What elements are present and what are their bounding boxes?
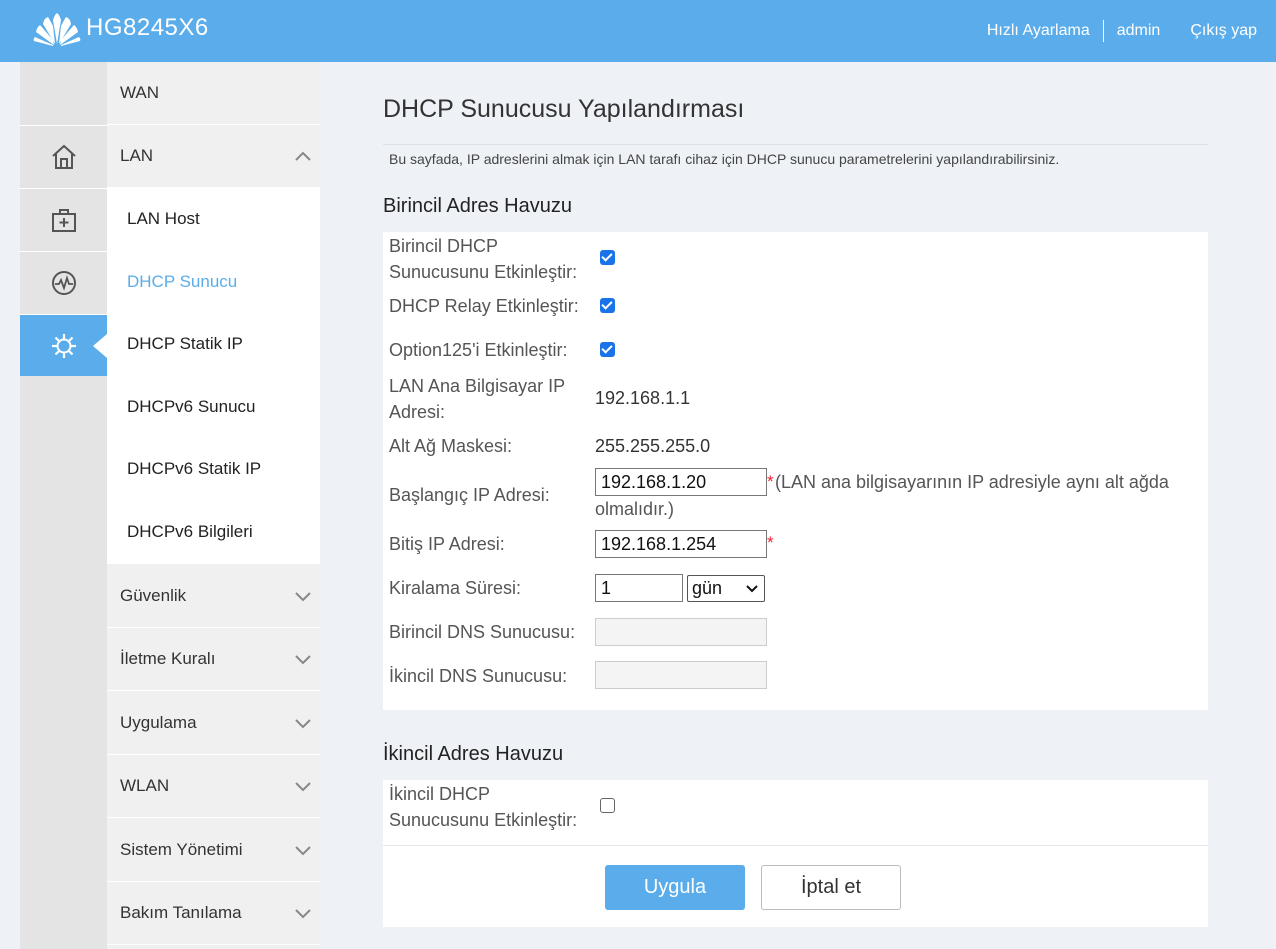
submenu-lan-host[interactable]: LAN Host: [107, 188, 320, 250]
quick-setup-link[interactable]: Hızlı Ayarlama: [987, 22, 1090, 40]
icon-sidebar: [20, 62, 107, 949]
secondary-dhcp-enable-label: İkincil DHCP Sunucusunu Etkinleştir:: [389, 784, 578, 830]
nav-home[interactable]: [20, 125, 107, 187]
chevron-down-icon: [295, 909, 311, 919]
menu-forwarding-label: İletme Kuralı: [120, 649, 216, 668]
menu-forwarding-rules[interactable]: İletme Kuralı: [107, 628, 320, 691]
lan-host-ip-value: 192.168.1.1: [595, 388, 691, 408]
menu-maintenance[interactable]: Bakım Tanılama: [107, 882, 320, 945]
menu-wlan-label: WLAN: [120, 776, 170, 795]
menu-system-management[interactable]: Sistem Yönetimi: [107, 818, 320, 882]
start-ip-input[interactable]: [595, 468, 767, 496]
menu-lan-label: LAN: [120, 146, 154, 165]
nav-settings[interactable]: [20, 314, 107, 376]
primary-dhcp-enable-label: Birincil DHCP Sunucusunu Etkinleştir:: [389, 236, 578, 282]
lease-unit-select[interactable]: gün: [687, 575, 765, 602]
menu-wlan[interactable]: WLAN: [107, 755, 320, 818]
lease-time-label: Kiralama Süresi:: [389, 578, 522, 598]
subnet-mask-value: 255.255.255.0: [595, 436, 711, 456]
chevron-up-icon: [295, 151, 311, 161]
end-ip-required-mark: *: [767, 533, 774, 552]
menu-wan-label: WAN: [120, 83, 160, 102]
menu-security[interactable]: Güvenlik: [107, 564, 320, 628]
header-divider: [1102, 20, 1104, 42]
menu-security-label: Güvenlik: [120, 585, 187, 605]
user-link[interactable]: admin: [1117, 22, 1161, 40]
secondary-pool-heading: İkincil Adres Havuzu: [383, 743, 564, 765]
submenu-dhcpv6-info[interactable]: DHCPv6 Bilgileri: [107, 501, 320, 563]
menu-maintenance-label: Bakım Tanılama: [120, 903, 242, 922]
toolbox-icon: [51, 208, 76, 232]
primary-dhcp-enable-checkbox[interactable]: [600, 250, 615, 265]
end-ip-label: Bitiş IP Adresi:: [389, 534, 505, 554]
page-title: DHCP Sunucusu Yapılandırması: [383, 95, 745, 123]
chevron-down-icon: [295, 591, 311, 601]
dhcp-relay-checkbox[interactable]: [600, 298, 615, 313]
settings-menu: WAN LAN LAN Host DHCP Sunucu DHCP Statik…: [107, 62, 320, 949]
chevron-down-icon: [295, 655, 311, 665]
lease-unit-value: gün: [692, 578, 723, 598]
monitor-icon: [51, 270, 76, 295]
primary-dns-input[interactable]: [595, 618, 767, 646]
submenu-dhcpv6-server[interactable]: DHCPv6 Sunucu: [107, 376, 320, 438]
primary-pool-heading: Birincil Adres Havuzu: [383, 195, 572, 217]
header-links: Hızlı Ayarlama admin Çıkış yap: [987, 20, 1257, 42]
secondary-dhcp-enable-checkbox[interactable]: [600, 798, 615, 813]
option125-label: Option125'i Etkinleştir:: [389, 340, 568, 360]
menu-system-label: Sistem Yönetimi: [120, 839, 243, 859]
submenu-dhcp-server[interactable]: DHCP Sunucu: [107, 251, 320, 313]
title-divider: [383, 144, 1208, 145]
nav-monitor[interactable]: [20, 251, 107, 313]
lan-submenu: LAN Host DHCP Sunucu DHCP Statik IP DHCP…: [107, 188, 320, 564]
chevron-down-icon: [295, 845, 311, 855]
secondary-dns-label: İkincil DNS Sunucusu:: [389, 666, 568, 686]
device-model: HG8245X6: [86, 14, 209, 41]
end-ip-input[interactable]: [595, 530, 767, 558]
menu-application[interactable]: Uygulama: [107, 691, 320, 755]
huawei-logo-icon: [33, 13, 81, 46]
settings-icon: [51, 333, 76, 358]
option125-checkbox[interactable]: [600, 342, 615, 357]
nav-toolbox[interactable]: [20, 188, 107, 250]
home-icon: [51, 144, 76, 169]
start-ip-label: Başlangıç IP Adresi:: [389, 485, 550, 505]
lan-host-ip-label: LAN Ana Bilgisayar IP Adresi:: [389, 376, 566, 422]
secondary-dns-input[interactable]: [595, 661, 767, 689]
page-description: Bu sayfada, IP adreslerini almak için LA…: [389, 151, 1060, 167]
menu-application-label: Uygulama: [120, 712, 197, 732]
chevron-down-icon: [295, 782, 311, 792]
menu-lan[interactable]: LAN: [107, 125, 320, 188]
chevron-down-icon: [746, 585, 758, 593]
subnet-mask-label: Alt Ağ Maskesi:: [389, 436, 513, 456]
dhcp-relay-label: DHCP Relay Etkinleştir:: [389, 296, 579, 316]
lease-time-input[interactable]: [595, 574, 683, 602]
submenu-dhcpv6-static-ip[interactable]: DHCPv6 Statik IP: [107, 438, 320, 500]
primary-dns-label: Birincil DNS Sunucusu:: [389, 622, 576, 642]
submenu-dhcp-static-ip[interactable]: DHCP Statik IP: [107, 313, 320, 375]
menu-wan[interactable]: WAN: [107, 62, 320, 125]
chevron-down-icon: [295, 718, 311, 728]
logout-link[interactable]: Çıkış yap: [1190, 22, 1257, 40]
start-ip-required-mark: *: [767, 472, 774, 491]
start-ip-hint-line2: olmalıdır.): [595, 499, 675, 519]
cancel-button[interactable]: İptal et: [761, 865, 901, 910]
top-header: HG8245X6 Hızlı Ayarlama admin Çıkış yap: [0, 0, 1276, 62]
apply-button[interactable]: Uygula: [605, 865, 745, 910]
start-ip-hint-line1: (LAN ana bilgisayarının IP adresiyle ayn…: [775, 472, 1169, 492]
